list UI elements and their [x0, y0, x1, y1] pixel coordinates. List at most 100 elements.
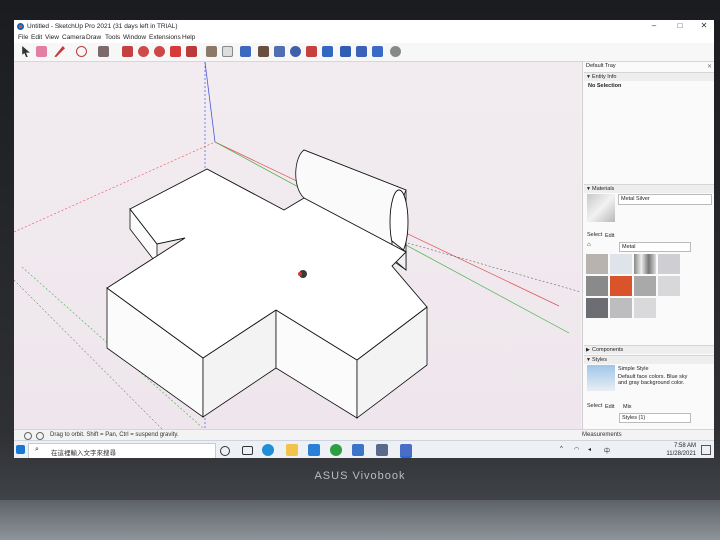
menu-draw[interactable]: Draw [86, 34, 101, 41]
materials-header[interactable]: ▼ Materials [584, 184, 714, 193]
system-clock[interactable]: 7:58 AM 11/28/2021 [666, 442, 696, 458]
mail-icon[interactable] [308, 444, 320, 456]
tray-chevron-icon[interactable]: ^ [560, 446, 563, 452]
components-label: Components [592, 347, 624, 353]
entity-info-header[interactable]: ▼ Entity Info [584, 72, 714, 81]
minimize-button[interactable]: – [644, 21, 664, 30]
materials-tab-select[interactable]: Select [587, 232, 602, 238]
blue-axis-solid [204, 62, 216, 143]
search-placeholder: 在這裡輸入文字來搜尋 [51, 450, 116, 457]
ime-icon[interactable]: 中 [604, 446, 610, 455]
offset-tool-icon[interactable] [186, 46, 197, 57]
arc-tool-icon[interactable] [76, 46, 87, 57]
material-swatch-11[interactable] [634, 298, 656, 318]
model-scene[interactable] [14, 62, 581, 429]
tape-measure-tool-icon[interactable] [206, 46, 217, 57]
screen: Untitled - SketchUp Pro 2021 (31 days le… [14, 20, 714, 458]
move-tool-icon[interactable] [138, 46, 149, 57]
extension-warehouse-icon[interactable] [340, 46, 351, 57]
edge-browser-icon[interactable] [262, 444, 274, 456]
notification-icon[interactable] [701, 445, 711, 455]
warehouse-icon[interactable] [322, 46, 333, 57]
zoom-tool-icon[interactable] [290, 46, 301, 57]
file-explorer-icon[interactable] [286, 444, 298, 456]
taskbar-search-box[interactable]: ⌕ 在這裡輸入文字來搜尋 [28, 443, 216, 458]
menu-edit[interactable]: Edit [31, 34, 42, 41]
material-library-select[interactable]: Metal [619, 242, 691, 252]
material-swatch-6[interactable] [610, 276, 632, 296]
maximize-button[interactable]: □ [670, 21, 690, 30]
push-pull-tool-icon[interactable] [122, 46, 133, 57]
menu-view[interactable]: View [45, 34, 59, 41]
guide-line-right [403, 241, 581, 293]
eraser-tool-icon[interactable] [36, 46, 47, 57]
clock-time: 7:58 AM [673, 443, 696, 449]
material-swatch-2[interactable] [610, 254, 632, 274]
paint-bucket-tool-icon[interactable] [240, 46, 251, 57]
task-view-icon[interactable] [242, 446, 253, 455]
share-model-icon[interactable] [356, 46, 367, 57]
styles-header[interactable]: ▼ Styles [584, 355, 714, 364]
material-swatch-8[interactable] [658, 276, 680, 296]
close-button[interactable]: ✕ [694, 21, 714, 30]
windows-taskbar: ⌕ 在這裡輸入文字來搜尋 ^ ◠ ◂ 中 7:58 AM 11/28/2021 [14, 440, 714, 458]
xbox-icon[interactable] [330, 444, 342, 456]
materials-label: Materials [592, 186, 615, 192]
material-swatch-4[interactable] [658, 254, 680, 274]
scale-tool-icon[interactable] [170, 46, 181, 57]
pan-tool-icon[interactable] [274, 46, 285, 57]
style-name: Simple Style [618, 366, 649, 372]
styles-tab-edit[interactable]: Edit [605, 404, 614, 410]
menu-camera[interactable]: Camera [62, 34, 85, 41]
account-icon[interactable] [390, 46, 401, 57]
style-library-select[interactable]: Styles (1) [619, 413, 691, 423]
material-preview [587, 194, 615, 222]
styles-tab-select[interactable]: Select [587, 403, 602, 409]
volume-icon[interactable]: ◂ [588, 446, 591, 453]
app-icon[interactable] [352, 444, 364, 456]
search-icon: ⌕ [35, 446, 39, 453]
laptop-brand-label: ASUS Vivobook [314, 470, 406, 482]
material-swatch-7[interactable] [634, 276, 656, 296]
wifi-icon[interactable]: ◠ [574, 446, 579, 453]
menu-help[interactable]: Help [182, 34, 195, 41]
line-tool-icon[interactable] [54, 46, 65, 57]
windows-start-icon[interactable] [16, 445, 25, 454]
menu-file[interactable]: File [18, 34, 28, 41]
select-tool-icon[interactable] [22, 46, 30, 57]
materials-tab-edit[interactable]: Edit [605, 233, 614, 239]
material-swatch-1[interactable] [586, 254, 608, 274]
menu-window[interactable]: Window [123, 34, 146, 41]
entity-info-value: No Selection [588, 83, 622, 89]
menu-tools[interactable]: Tools [105, 34, 120, 41]
modeling-viewport[interactable] [14, 62, 581, 429]
components-header[interactable]: ▶ Components [584, 345, 714, 354]
material-swatch-5[interactable] [586, 276, 608, 296]
app-icon[interactable] [376, 444, 388, 456]
layout-icon[interactable] [372, 46, 383, 57]
sketchup-logo-icon [17, 23, 24, 30]
tray-close-icon[interactable]: ✕ [707, 63, 712, 70]
home-icon[interactable]: ⌂ [587, 242, 591, 248]
rotate-tool-icon[interactable] [154, 46, 165, 57]
material-name-field[interactable]: Metal Silver [618, 194, 712, 205]
measurements-label: Measurements [582, 432, 622, 438]
zoom-extents-tool-icon[interactable] [306, 46, 317, 57]
cortana-icon[interactable] [220, 446, 230, 456]
orbit-tool-icon[interactable] [258, 46, 269, 57]
default-tray: Default Tray ✕ ▼ Entity Info No Selectio… [582, 62, 714, 429]
clock-date: 11/28/2021 [666, 451, 696, 457]
styles-tab-mix[interactable]: Mix [623, 404, 632, 410]
material-swatch-10[interactable] [610, 298, 632, 318]
menu-bar: File Edit View Camera Draw Tools Window … [14, 33, 714, 43]
help-icon[interactable] [36, 432, 44, 440]
material-swatch-9[interactable] [586, 298, 608, 318]
shape-tool-icon[interactable] [98, 46, 109, 57]
menu-extensions[interactable]: Extensions [149, 34, 181, 41]
material-swatch-3[interactable] [634, 254, 656, 274]
sketchup-taskbar-icon[interactable] [400, 444, 412, 458]
text-tool-icon[interactable] [222, 46, 233, 57]
info-icon[interactable] [24, 432, 32, 440]
orbit-cursor-accent [298, 272, 302, 276]
expand-triangle-icon: ▼ [586, 186, 591, 192]
